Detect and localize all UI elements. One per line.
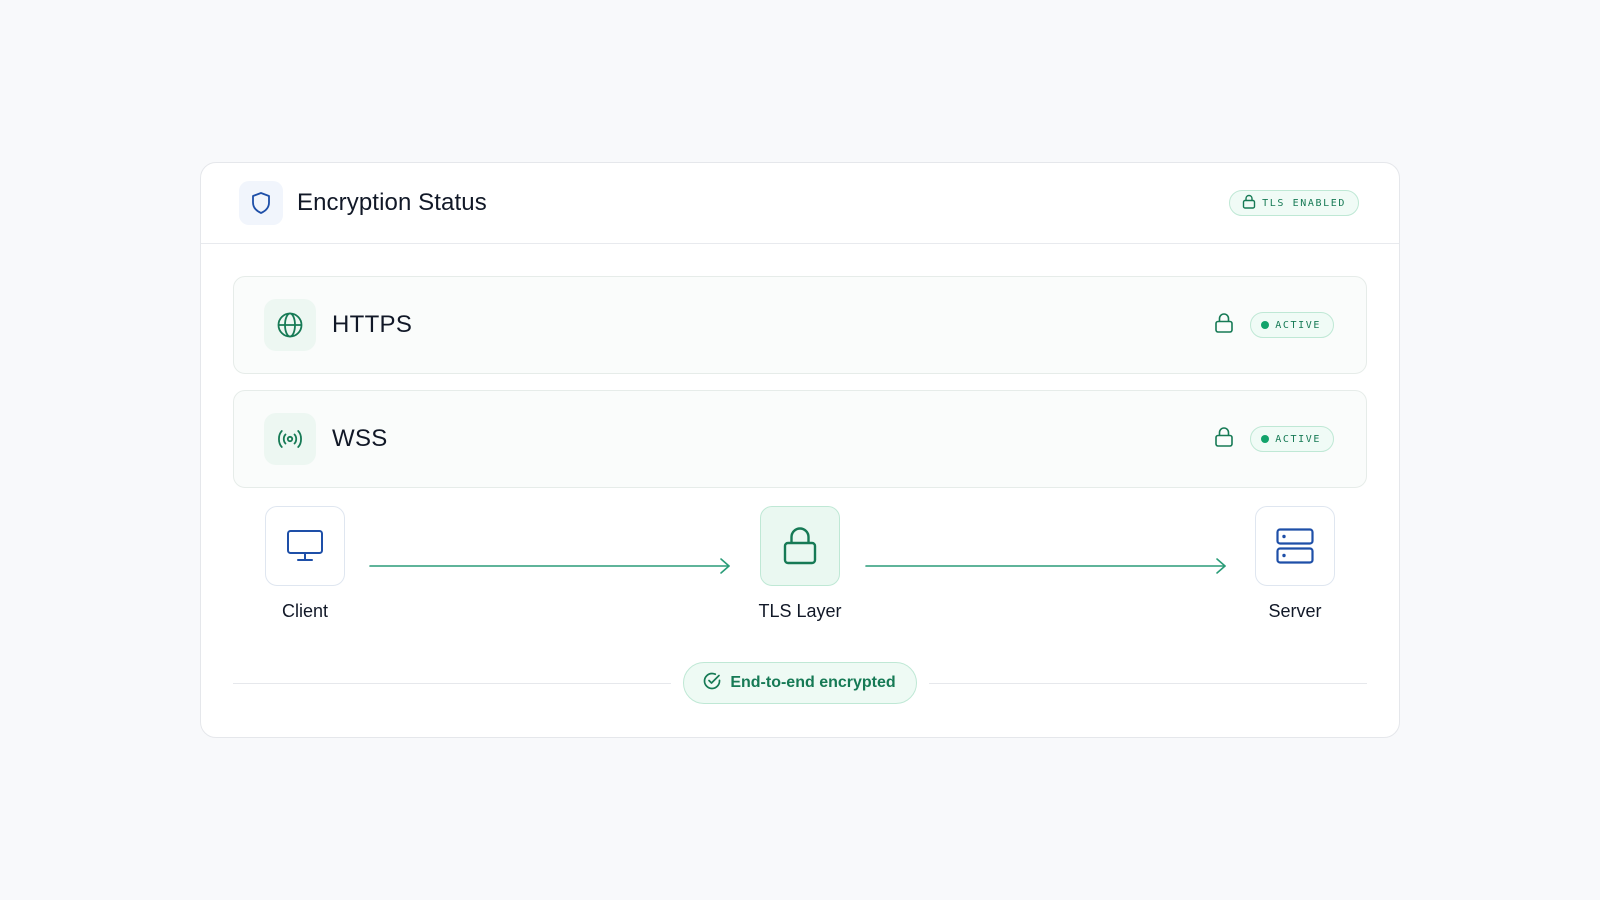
- protocol-status: ACTIVE: [1214, 426, 1334, 453]
- status-dot: [1261, 321, 1270, 329]
- end-to-end-encrypted-badge: End-to-end encrypted: [683, 662, 917, 704]
- monitor-icon: [265, 506, 345, 586]
- protocol-name: WSS: [332, 425, 388, 452]
- status-badge: ACTIVE: [1250, 426, 1334, 452]
- protocol-row-https: HTTPS ACTIVE: [233, 276, 1367, 374]
- protocol-status: ACTIVE: [1214, 312, 1334, 339]
- divider: [928, 682, 1367, 684]
- shield-icon: [239, 181, 283, 225]
- status-badge: ACTIVE: [1250, 312, 1334, 338]
- encryption-status-card: Encryption Status TLS ENABLED HTTPS ACTI…: [200, 162, 1400, 738]
- globe-icon: [264, 299, 316, 351]
- protocol-row-wss: WSS ACTIVE: [233, 390, 1367, 488]
- status-dot: [1261, 435, 1270, 443]
- tls-enabled-label: TLS ENABLED: [1262, 197, 1346, 209]
- flow-node-tls-layer: TLS Layer: [758, 506, 842, 622]
- server-icon: [1255, 506, 1335, 586]
- end-to-end-label: End-to-end encrypted: [730, 674, 896, 691]
- status-label: ACTIVE: [1275, 319, 1321, 331]
- card-header: Encryption Status TLS ENABLED: [201, 163, 1399, 244]
- protocol-name: HTTPS: [332, 311, 413, 338]
- encryption-flow-diagram: Client TLS Layer Server: [233, 506, 1367, 666]
- flow-node-server: Server: [1255, 506, 1335, 622]
- lock-icon: [1214, 426, 1234, 453]
- page-title: Encryption Status: [297, 189, 487, 216]
- flow-node-client: Client: [265, 506, 345, 622]
- lock-icon: [1242, 194, 1256, 212]
- footer-status: End-to-end encrypted: [233, 661, 1367, 705]
- flow-arrow: [369, 556, 733, 581]
- check-circle-icon: [702, 671, 722, 696]
- flow-node-label: Client: [281, 601, 329, 621]
- lock-icon: [1214, 312, 1234, 339]
- lock-icon: [760, 506, 840, 586]
- flow-node-label: Server: [1268, 601, 1322, 621]
- broadcast-icon: [264, 413, 316, 465]
- tls-enabled-badge: TLS ENABLED: [1229, 190, 1359, 216]
- flow-arrow: [865, 556, 1229, 581]
- card-body: HTTPS ACTIVE WSS ACTIVE Client TLS Layer…: [201, 244, 1399, 666]
- flow-node-label: TLS Layer: [758, 601, 842, 621]
- divider: [233, 682, 672, 684]
- status-label: ACTIVE: [1275, 433, 1321, 445]
